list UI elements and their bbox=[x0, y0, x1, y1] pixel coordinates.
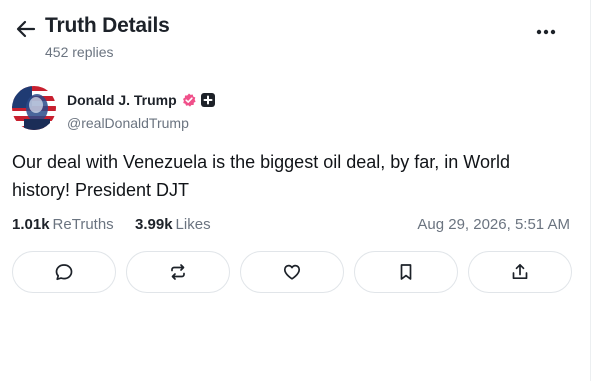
share-button[interactable] bbox=[468, 251, 572, 293]
bookmark-icon bbox=[400, 264, 412, 280]
author-name[interactable]: Donald J. Trump bbox=[67, 92, 177, 108]
bookmark-button[interactable] bbox=[354, 251, 458, 293]
likes-stat[interactable]: 3.99k Likes bbox=[135, 216, 211, 233]
reply-button[interactable] bbox=[12, 251, 116, 293]
like-icon bbox=[283, 264, 301, 280]
reply-icon bbox=[55, 264, 73, 281]
action-bar bbox=[12, 251, 572, 293]
post-stats: 1.01k ReTruths 3.99k Likes Aug 29, 2026, 5… bbox=[12, 214, 572, 238]
right-border-divider bbox=[590, 0, 591, 381]
retruths-label: ReTruths bbox=[52, 216, 114, 233]
retruths-stat[interactable]: 1.01k ReTruths bbox=[12, 216, 114, 233]
retruth-icon bbox=[171, 264, 185, 280]
back-button[interactable] bbox=[14, 17, 38, 41]
author-name-row: Donald J. Trump bbox=[67, 92, 215, 108]
author-handle[interactable]: @realDonaldTrump bbox=[67, 115, 189, 131]
likes-count: 3.99k bbox=[135, 216, 173, 233]
retruth-button[interactable] bbox=[126, 251, 230, 293]
plus-badge-icon bbox=[200, 93, 215, 107]
avatar[interactable] bbox=[12, 86, 56, 130]
header: Truth Details 452 replies bbox=[0, 0, 590, 70]
retruths-count: 1.01k bbox=[12, 216, 50, 233]
likes-label: Likes bbox=[175, 216, 211, 233]
post-text: Our deal with Venezuela is the biggest o… bbox=[12, 152, 510, 200]
like-button[interactable] bbox=[240, 251, 344, 293]
reply-count: 452 replies bbox=[45, 44, 114, 60]
page-title: Truth Details bbox=[45, 14, 170, 37]
arrow-left-icon bbox=[16, 20, 36, 38]
more-horizontal-icon bbox=[536, 29, 556, 35]
post-author: Donald J. Trump @realDonaldTrump bbox=[12, 86, 572, 136]
verified-badge-icon bbox=[182, 93, 196, 107]
avatar-image bbox=[12, 86, 56, 130]
share-icon bbox=[512, 263, 528, 280]
post-timestamp: Aug 29, 2026, 5:51 AM bbox=[417, 216, 570, 233]
more-options-button[interactable] bbox=[533, 22, 559, 42]
